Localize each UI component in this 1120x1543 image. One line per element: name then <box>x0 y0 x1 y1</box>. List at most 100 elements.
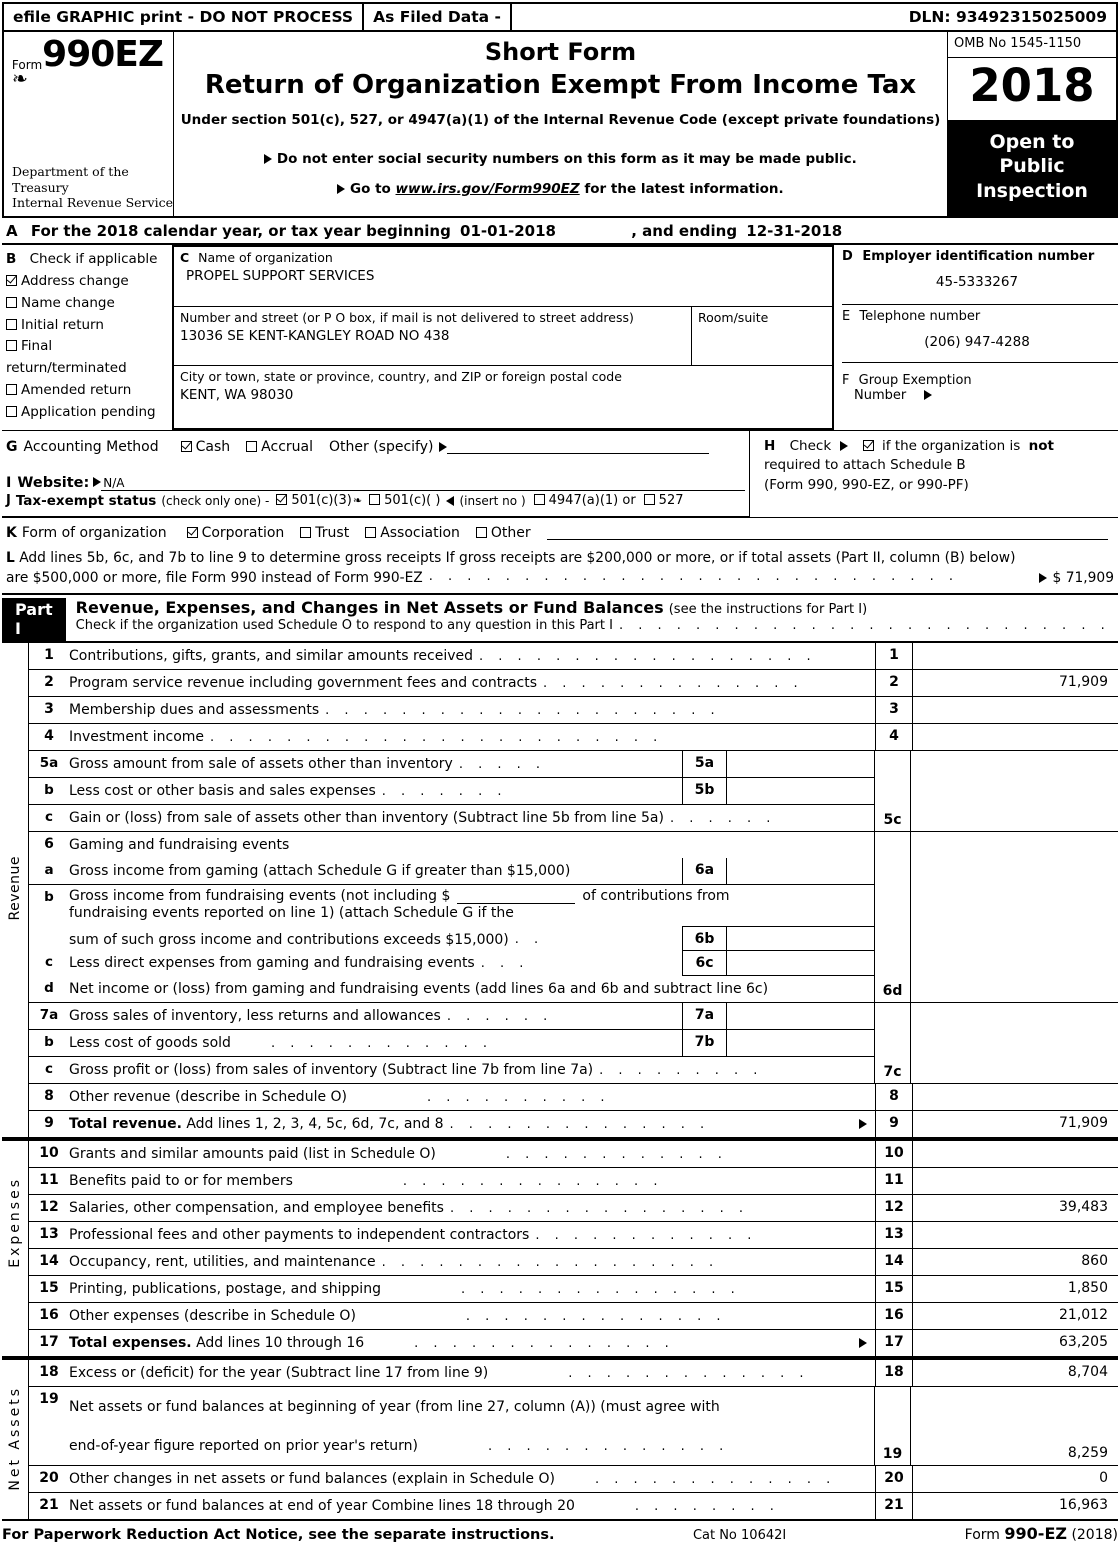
checkbox-icon-501c3[interactable] <box>276 494 288 506</box>
subbox-value-6a[interactable] <box>727 858 874 884</box>
checkbox-other-org[interactable]: Other <box>475 524 531 541</box>
subbox-7a: 7a <box>682 1002 874 1029</box>
table-row-10: 10 Grants and similar amounts paid (list… <box>29 1140 1118 1168</box>
insert-no-arrow-icon <box>446 495 455 506</box>
checkbox-icon-final-return[interactable] <box>6 340 17 352</box>
group-6: 6 Gaming and fundraising events a Gross … <box>29 831 1118 1002</box>
goto-suffix-text: for the latest information. <box>584 181 784 197</box>
checkbox-icon-name-change[interactable] <box>6 296 17 308</box>
amount-line-number-21: 21 <box>875 1492 913 1519</box>
checkbox-label-other-org: Other <box>490 524 531 541</box>
checkbox-cash[interactable]: Cash <box>180 439 230 455</box>
amount-value-13[interactable] <box>913 1222 1118 1248</box>
line-text-5b: Less cost or other basis and sales expen… <box>69 783 507 800</box>
part-i-title-note: (see the instructions for Part I) <box>668 601 868 617</box>
checkbox-trust[interactable]: Trust <box>300 525 349 541</box>
table-row-9: 9 Total revenue. Add lines 1, 2, 3, 4, 5… <box>29 1110 1118 1137</box>
checkbox-association[interactable]: Association <box>365 525 460 541</box>
amount-value-6d[interactable] <box>911 832 1118 1002</box>
org-name-label: C Name of organization <box>180 250 826 265</box>
amount-line-number-8: 8 <box>875 1083 913 1110</box>
amount-value-15[interactable]: 1,850 <box>913 1276 1118 1302</box>
checkbox-final-return[interactable]: Final return/terminated <box>6 336 168 380</box>
checkbox-icon-initial-return[interactable] <box>6 318 17 330</box>
subbox-value-5a[interactable] <box>727 751 874 777</box>
amount-line-number-3: 3 <box>875 696 913 723</box>
accounting-other-input[interactable] <box>447 439 710 455</box>
checkbox-icon-schedule-b[interactable] <box>862 439 874 451</box>
line-text-10: Grants and similar amounts paid (list in… <box>69 1146 728 1163</box>
checkbox-501c[interactable]: 501(c)( ) <box>369 493 440 508</box>
checkbox-amended-return[interactable]: Amended return <box>6 380 168 402</box>
line-text-11: Benefits paid to or for members. . . . .… <box>69 1173 663 1190</box>
irs-form990ez-link[interactable]: www.irs.gov/Form990EZ <box>396 181 580 197</box>
checkbox-icon-trust[interactable] <box>300 526 312 538</box>
checkbox-label-initial-return: Initial return <box>21 316 104 333</box>
line-6b-blank-input[interactable] <box>457 888 576 904</box>
checkbox-corporation[interactable]: Corporation <box>186 525 284 541</box>
checkbox-icon-accrual[interactable] <box>246 440 258 452</box>
amount-line-number-4: 4 <box>875 723 913 750</box>
checkbox-name-change[interactable]: Name change <box>6 293 168 315</box>
street-address-value[interactable]: 13036 SE KENT-KANGLEY ROAD NO 438 <box>180 325 685 344</box>
amount-value-7c[interactable] <box>911 1003 1118 1083</box>
amount-value-11[interactable] <box>913 1168 1118 1194</box>
form-subtitle: Under section 501(c), 527, or 4947(a)(1)… <box>180 112 941 128</box>
amount-value-5c[interactable] <box>911 751 1118 831</box>
city-state-zip-value[interactable]: KENT, WA 98030 <box>180 384 826 403</box>
amount-cell-6d: 6d <box>874 831 1118 1002</box>
net-assets-vertical-label-column: Net Assets <box>2 1359 29 1519</box>
subbox-value-6c[interactable] <box>727 951 874 975</box>
section-a-end-date[interactable]: 12-31-2018 <box>746 222 842 240</box>
checkbox-icon-501c[interactable] <box>369 494 381 506</box>
amount-value-8[interactable] <box>913 1084 1118 1110</box>
amount-value-17[interactable]: 63,205 <box>913 1330 1118 1356</box>
amount-value-18[interactable]: 8,704 <box>913 1360 1118 1386</box>
checkbox-icon-cash[interactable] <box>180 440 192 452</box>
amount-value-20[interactable]: 0 <box>913 1466 1118 1492</box>
amount-value-12[interactable]: 39,483 <box>913 1195 1118 1221</box>
insert-no-label: (insert no ) <box>459 493 526 508</box>
checkbox-icon-address-change[interactable] <box>6 274 17 286</box>
other-org-input[interactable] <box>546 525 1108 541</box>
amount-value-16[interactable]: 21,012 <box>913 1303 1118 1329</box>
checkbox-527[interactable]: 527 <box>643 493 684 508</box>
amount-value-10[interactable] <box>913 1141 1118 1167</box>
section-d-ein-block: D Employer identification number 45-5333… <box>834 245 1118 430</box>
subbox-value-6b[interactable] <box>727 927 874 950</box>
checkbox-icon-other-org[interactable] <box>475 526 487 538</box>
org-name-value[interactable]: PROPEL SUPPORT SERVICES <box>180 265 826 284</box>
amount-value-9[interactable]: 71,909 <box>913 1111 1118 1137</box>
room-suite-value[interactable] <box>698 325 826 328</box>
checkbox-501c3[interactable]: 501(c)(3) <box>276 493 352 508</box>
line-text-18: Excess or (deficit) for the year (Subtra… <box>69 1365 810 1382</box>
website-value[interactable]: N/A <box>101 476 745 491</box>
telephone-value[interactable]: (206) 947-4288 <box>842 324 1112 350</box>
checkbox-icon-amended-return[interactable] <box>6 384 17 396</box>
checkbox-icon-4947[interactable] <box>533 494 545 506</box>
checkbox-icon-association[interactable] <box>365 526 377 538</box>
subbox-value-5b[interactable] <box>727 778 874 804</box>
checkbox-4947[interactable]: 4947(a)(1) or <box>533 493 636 508</box>
checkbox-initial-return[interactable]: Initial return <box>6 315 168 337</box>
subbox-value-7a[interactable] <box>727 1003 874 1029</box>
checkbox-icon-application-pending[interactable] <box>6 406 17 418</box>
amount-value-14[interactable]: 860 <box>913 1249 1118 1275</box>
checkbox-application-pending[interactable]: Application pending <box>6 402 168 424</box>
checkbox-address-change[interactable]: Address change <box>6 271 168 293</box>
table-row-21: 21 Net assets or fund balances at end of… <box>29 1492 1118 1519</box>
checkbox-icon-corporation[interactable] <box>186 526 198 538</box>
amount-value-21[interactable]: 16,963 <box>913 1493 1118 1519</box>
amount-value-3[interactable] <box>913 697 1118 723</box>
checkbox-accrual[interactable]: Accrual <box>246 439 313 455</box>
amount-value-1[interactable] <box>913 643 1118 669</box>
ssn-warning-text: Do not enter social security numbers on … <box>276 151 857 167</box>
section-a-begin-date[interactable]: 01-01-2018 <box>460 222 556 240</box>
subbox-value-7b[interactable] <box>727 1030 874 1056</box>
amount-value-4[interactable] <box>913 724 1118 750</box>
ein-value[interactable]: 45-5333267 <box>842 264 1112 290</box>
checkbox-icon-527[interactable] <box>643 494 655 506</box>
amount-value-2[interactable]: 71,909 <box>913 670 1118 696</box>
street-address-cell: Number and street (or P O box, if mail i… <box>174 307 692 365</box>
amount-value-19[interactable]: 8,259 <box>911 1387 1118 1465</box>
